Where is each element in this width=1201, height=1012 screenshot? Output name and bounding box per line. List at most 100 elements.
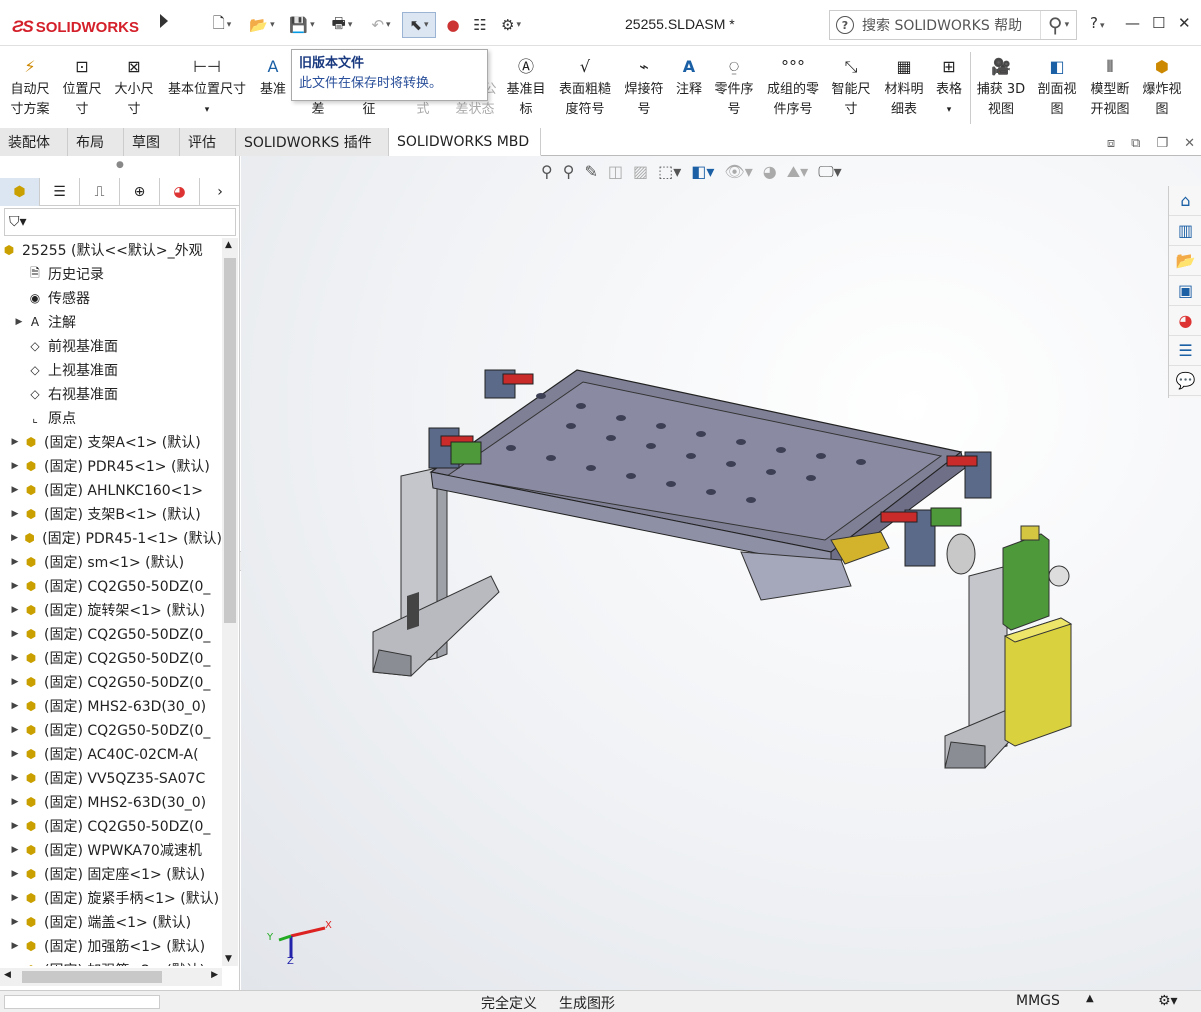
open-file-button[interactable]: 📂 ▾	[245, 12, 279, 38]
expand-arrow-icon[interactable]: ▶	[8, 725, 22, 735]
tree-component[interactable]: ▶ ⬢ (固定) CQ2G50-50DZ(0_	[0, 718, 222, 742]
tree-component[interactable]: ▶ ⬢ (固定) 支架A<1> (默认)	[0, 430, 222, 454]
pane-grip-icon[interactable]: ●	[116, 160, 124, 170]
display-manager-tab-icon[interactable]: ◕	[160, 178, 200, 206]
scroll-left-icon[interactable]: ◀	[4, 970, 11, 980]
tab-assembly[interactable]: 装配体	[0, 128, 68, 156]
file-properties-button[interactable]: ☷	[468, 12, 492, 38]
tree-component[interactable]: ▶ ⬢ (固定) WPWKA70减速机	[0, 838, 222, 862]
window-close-icon[interactable]: ✕	[1184, 136, 1195, 151]
expand-arrow-icon[interactable]: ▶	[8, 965, 22, 966]
dropdown-icon[interactable]: ▾	[205, 100, 210, 120]
configuration-manager-tab-icon[interactable]: ⎍	[80, 178, 120, 206]
stacked-balloon-button[interactable]: °°° 成组的零 件序号	[762, 54, 824, 120]
tree-item[interactable]: ⌞ 原点	[0, 406, 222, 430]
datum-target-button[interactable]: Ⓐ 基准目标	[503, 54, 549, 120]
save-button[interactable]: 💾 ▾	[285, 12, 319, 38]
custom-quick-access-icon[interactable]: ⚙▾	[1158, 993, 1178, 1009]
print-button[interactable]: 🖶 ▾	[325, 12, 359, 38]
scroll-up-icon[interactable]: ▲	[225, 240, 232, 250]
rebuild-button[interactable]: ●	[442, 12, 464, 38]
auto-dimension-scheme-button[interactable]: ⚡ 自动尺 寸方案	[6, 54, 54, 120]
capture-3d-view-button[interactable]: 🎥 捕获 3D 视图	[974, 54, 1028, 120]
select-button[interactable]: ⬉ ▾	[402, 12, 436, 38]
tree-item[interactable]: ◇ 前视基准面	[0, 334, 222, 358]
tree-component[interactable]: ▶ ⬢ (固定) VV5QZ35-SA07C	[0, 766, 222, 790]
table-button[interactable]: ⊞ 表格 ▾	[932, 54, 966, 120]
expand-arrow-icon[interactable]: ▶	[8, 557, 22, 567]
expand-arrow-icon[interactable]: ▶	[8, 869, 22, 879]
tree-component[interactable]: ▶ ⬢ (固定) CQ2G50-50DZ(0_	[0, 574, 222, 598]
expand-arrow-icon[interactable]: ▶	[8, 653, 22, 663]
exploded-view-button[interactable]: ⬢ 爆炸视图	[1138, 54, 1186, 120]
expand-arrow-icon[interactable]: ▶	[8, 941, 22, 951]
expand-arrow-icon[interactable]: ▶	[8, 533, 21, 543]
tree-component[interactable]: ▶ ⬢ (固定) 旋转架<1> (默认)	[0, 598, 222, 622]
note-button[interactable]: A 注释	[672, 54, 706, 100]
expand-arrow-icon[interactable]: ▶	[8, 677, 22, 687]
expand-arrow-icon[interactable]: ▶	[8, 509, 22, 519]
tree-component[interactable]: ▶ ⬢ (固定) CQ2G50-50DZ(0_	[0, 622, 222, 646]
solidworks-logo[interactable]: ƧS SOLIDWORKS	[12, 12, 154, 42]
expand-arrow-icon[interactable]: ▶	[8, 605, 22, 615]
view-palette-icon[interactable]: ▣	[1169, 276, 1201, 306]
smart-dimension-button[interactable]: ⤡ 智能尺寸	[828, 54, 874, 120]
tree-item[interactable]: ◉ 传感器	[0, 286, 222, 310]
help-button[interactable]: ? ▾	[1090, 14, 1105, 32]
section-view-button[interactable]: ◧ 剖面视图	[1033, 54, 1081, 120]
tab-mbd[interactable]: SOLIDWORKS MBD	[389, 128, 541, 156]
expand-arrow-icon[interactable]: ▶	[8, 749, 22, 759]
units-system[interactable]: MMGS	[1016, 993, 1060, 1009]
tile-pane-icon[interactable]: ⧉	[1131, 136, 1140, 151]
tree-horizontal-scrollbar[interactable]: ◀ ▶	[0, 968, 222, 986]
expand-arrow-icon[interactable]: ▶	[8, 821, 22, 831]
tree-filter[interactable]: ⛉▾	[4, 208, 236, 236]
expand-arrow-icon[interactable]: ▶	[8, 893, 22, 903]
tree-root[interactable]: ⬢ 25255 (默认<<默认>_外观	[0, 238, 222, 262]
expand-arrow-icon[interactable]: ▶	[8, 581, 22, 591]
help-search-box[interactable]: ? 搜索 SOLIDWORKS 帮助 ⚲ ▾	[829, 10, 1077, 40]
surface-finish-button[interactable]: √ 表面粗糙 度符号	[555, 54, 615, 120]
scroll-thumb[interactable]	[224, 258, 236, 623]
units-dropdown-icon[interactable]: ▲	[1086, 993, 1094, 1004]
tree-component[interactable]: ▶ ⬢ (固定) PDR45-1<1> (默认)	[0, 526, 222, 550]
expand-arrow-icon[interactable]: ▶	[8, 797, 22, 807]
weld-symbol-button[interactable]: ⌁ 焊接符号	[621, 54, 667, 120]
tree-component[interactable]: ▶ ⬢ (固定) MHS2-63D(30_0)	[0, 790, 222, 814]
menu-expand-arrow-icon[interactable]	[160, 14, 168, 28]
appearances-icon[interactable]: ◕	[1169, 306, 1201, 336]
minimize-icon[interactable]: —	[1125, 14, 1140, 32]
tree-component[interactable]: ▶ ⬢ (固定) AHLNKC160<1>	[0, 478, 222, 502]
datum-button[interactable]: A 基准	[256, 54, 290, 100]
bill-of-materials-button[interactable]: ▦ 材料明 细表	[880, 54, 928, 120]
balloon-button[interactable]: ⍜ 零件序号	[711, 54, 757, 120]
undo-button[interactable]: ↶ ▾	[364, 12, 398, 38]
scroll-right-icon[interactable]: ▶	[211, 970, 218, 980]
custom-properties-icon[interactable]: ☰	[1169, 336, 1201, 366]
expand-arrow-icon[interactable]: ▶	[8, 917, 22, 927]
design-library-icon[interactable]: ▥	[1169, 216, 1201, 246]
property-manager-tab-icon[interactable]: ☰	[40, 178, 80, 206]
scroll-down-icon[interactable]: ▼	[225, 954, 232, 964]
expand-arrow-icon[interactable]: ▶	[8, 485, 22, 495]
restore-pane-icon[interactable]: ⧈	[1107, 136, 1115, 151]
expand-arrow-icon[interactable]: ▶	[8, 701, 22, 711]
home-icon[interactable]: ⌂	[1169, 186, 1201, 216]
dimxpert-manager-tab-icon[interactable]: ⊕	[120, 178, 160, 206]
maximize-icon[interactable]: ☐	[1152, 14, 1165, 32]
location-dimension-button[interactable]: ⊡ 位置尺寸	[58, 54, 106, 120]
tree-item[interactable]: ▶ A 注解	[0, 310, 222, 334]
file-explorer-icon[interactable]: 📂	[1169, 246, 1201, 276]
assembly-model[interactable]	[241, 156, 1201, 990]
tab-addins[interactable]: SOLIDWORKS 插件	[236, 128, 389, 156]
tree-vertical-scrollbar[interactable]: ▲ ▼	[222, 238, 238, 966]
expand-arrow-icon[interactable]: ▶	[12, 317, 26, 327]
search-icon[interactable]: ⚲ ▾	[1040, 11, 1076, 39]
more-tabs-chevron-icon[interactable]: ›	[200, 178, 240, 206]
expand-arrow-icon[interactable]: ▶	[8, 461, 22, 471]
tree-component[interactable]: ▶ ⬢ (固定) PDR45<1> (默认)	[0, 454, 222, 478]
tree-item[interactable]: ◇ 上视基准面	[0, 358, 222, 382]
options-button[interactable]: ⚙ ▾	[494, 12, 528, 38]
tree-item[interactable]: 🗎 历史记录	[0, 262, 222, 286]
tree-component[interactable]: ▶⬢ (固定) 加强筋<2> (默认)	[0, 958, 222, 966]
